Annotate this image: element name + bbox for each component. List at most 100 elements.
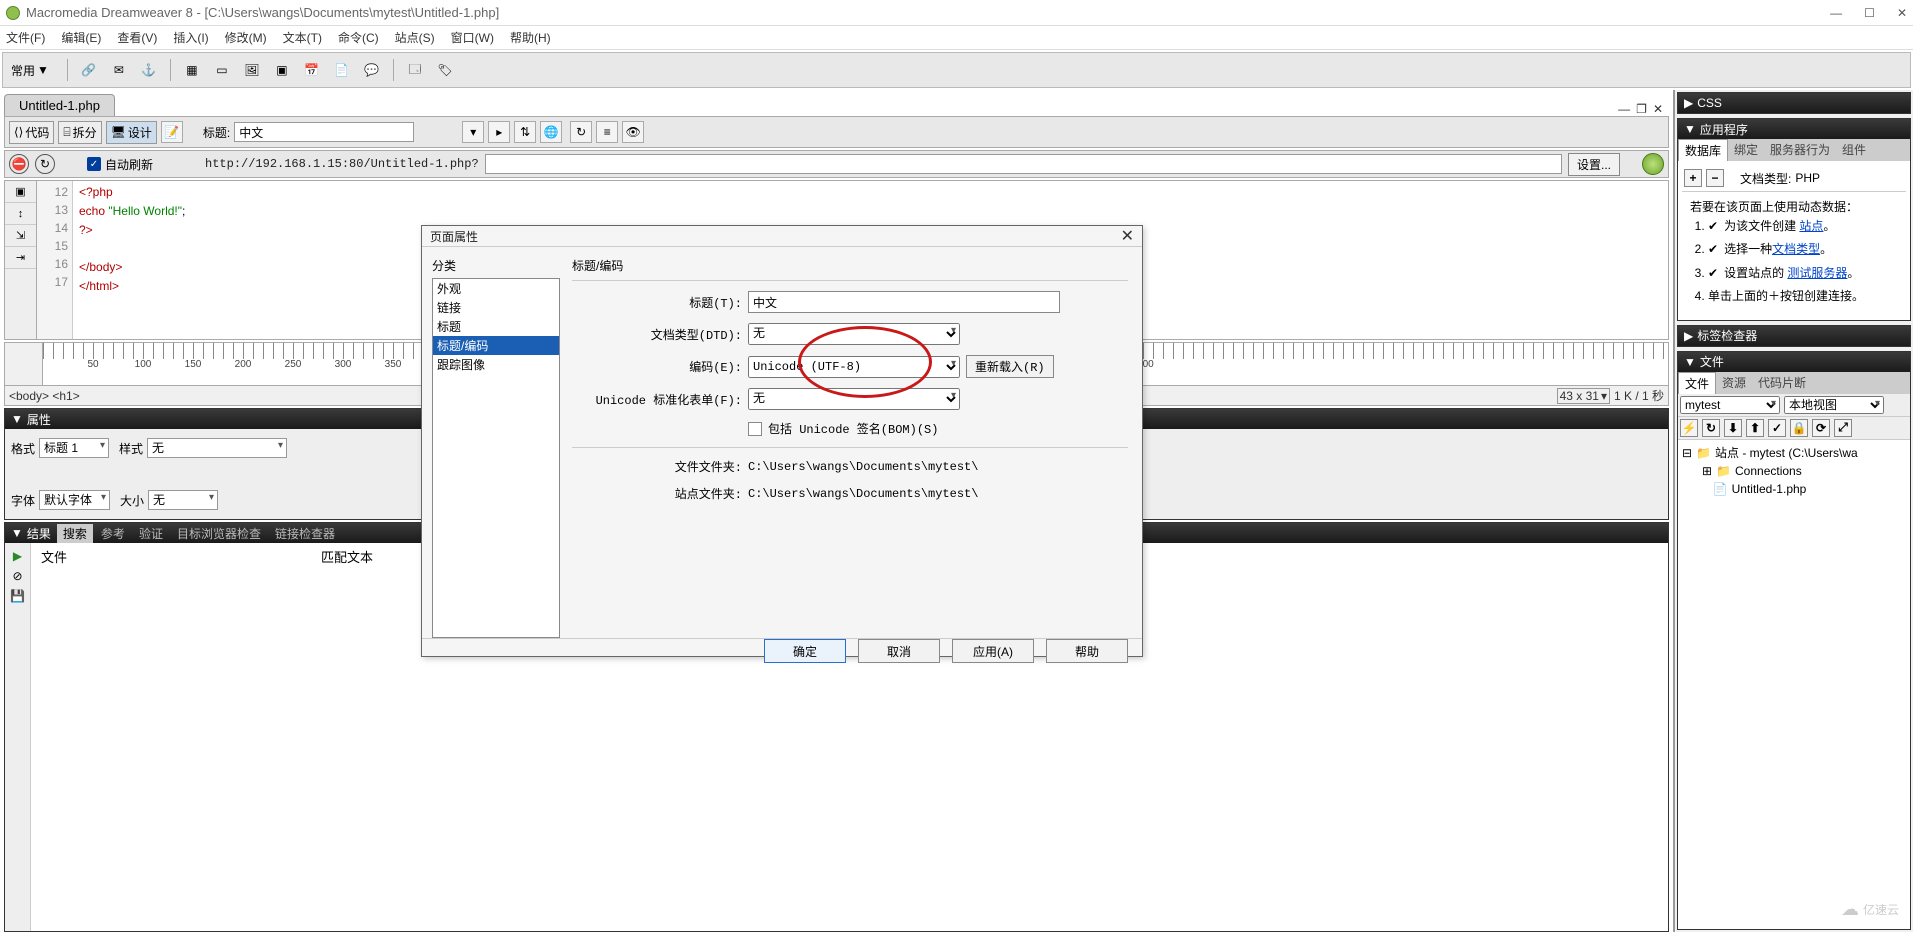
cat-links[interactable]: 链接 [433, 298, 559, 317]
results-tab-validate[interactable]: 验证 [133, 524, 169, 543]
results-save-icon[interactable]: 💾 [10, 589, 25, 603]
menu-modify[interactable]: 修改(M) [225, 29, 267, 46]
menu-commands[interactable]: 命令(C) [338, 29, 379, 46]
cat-tracing-image[interactable]: 跟踪图像 [433, 355, 559, 374]
untitled-file[interactable]: Untitled-1.php [1732, 480, 1807, 498]
table-icon[interactable]: ▦ [181, 59, 203, 81]
doc-type-link[interactable]: 文档类型 [1772, 242, 1820, 256]
add-connection-button[interactable]: + [1684, 169, 1702, 187]
create-site-link[interactable]: 站点 [1799, 219, 1823, 233]
apply-button[interactable]: 应用(A) [952, 639, 1034, 663]
doc-close-button[interactable]: ✕ [1653, 102, 1663, 116]
media-icon[interactable]: ▣ [271, 59, 293, 81]
site-root-node[interactable]: 站点 - mytest (C:\Users\wa [1715, 444, 1858, 462]
sync-icon[interactable]: ⟳ [1812, 419, 1830, 437]
div-icon[interactable]: ▭ [211, 59, 233, 81]
settings-button[interactable]: 设置... [1568, 153, 1620, 176]
doc-restore-button[interactable]: ❐ [1636, 102, 1647, 116]
server-include-icon[interactable]: 📄 [331, 59, 353, 81]
category-listbox[interactable]: 外观 链接 标题 标题/编码 跟踪图像 [432, 278, 560, 638]
document-tab[interactable]: Untitled-1.php [4, 94, 115, 116]
refresh-page-icon[interactable]: ↻ [35, 154, 55, 174]
get-files-icon[interactable]: ⬇ [1724, 419, 1742, 437]
site-select[interactable]: mytest [1680, 396, 1780, 414]
doc-minimize-button[interactable]: — [1618, 102, 1630, 116]
results-tab-link-check[interactable]: 链接检查器 [269, 524, 341, 543]
files-panel-title[interactable]: 文件 [1700, 353, 1724, 370]
files-tab-files[interactable]: 文件 [1678, 372, 1716, 394]
reload-button[interactable]: 重新载入(R) [966, 355, 1054, 378]
cancel-button[interactable]: 取消 [858, 639, 940, 663]
dreamweaver-orb-icon[interactable] [1642, 153, 1664, 175]
format-select[interactable]: 标题 1 [39, 438, 109, 458]
refresh-files-icon[interactable]: ↻ [1702, 419, 1720, 437]
close-button[interactable]: ✕ [1897, 6, 1907, 20]
tag-selector[interactable]: <body> <h1> [9, 389, 80, 403]
results-tab-reference[interactable]: 参考 [95, 524, 131, 543]
menu-edit[interactable]: 编辑(E) [61, 29, 101, 46]
view-code-button[interactable]: ⟨⟩ 代码 [9, 121, 54, 144]
gutter-expand-icon[interactable]: ▣ [5, 181, 36, 203]
validate-icon[interactable]: ▾ [462, 121, 484, 143]
templates-icon[interactable]: 🗔 [404, 59, 426, 81]
style-select[interactable]: 无 [147, 438, 287, 458]
help-button[interactable]: 帮助 [1046, 639, 1128, 663]
page-title-input[interactable] [234, 122, 414, 142]
put-files-icon[interactable]: ⬆ [1746, 419, 1764, 437]
results-tab-search[interactable]: 搜索 [57, 524, 93, 543]
test-server-link[interactable]: 测试服务器 [1787, 266, 1847, 280]
normalization-select[interactable]: 无 [748, 388, 960, 410]
cat-title-encoding[interactable]: 标题/编码 [433, 336, 559, 355]
gutter-arrows-icon[interactable]: ↕ [5, 203, 36, 225]
size-select[interactable]: 无 [148, 490, 218, 510]
app-tab-database[interactable]: 数据库 [1678, 139, 1728, 161]
toolbar-group-select[interactable]: 常用 ▼ [11, 62, 49, 79]
window-size-select[interactable]: 43 x 31 ▾ [1557, 388, 1610, 404]
cat-headings[interactable]: 标题 [433, 317, 559, 336]
menu-file[interactable]: 文件(F) [6, 29, 45, 46]
bom-checkbox[interactable] [748, 422, 762, 436]
date-icon[interactable]: 📅 [301, 59, 323, 81]
tag-inspector-title[interactable]: 标签检查器 [1697, 327, 1757, 344]
refresh-icon[interactable]: ↻ [570, 121, 592, 143]
tag-chooser-icon[interactable]: 🏷 [434, 59, 456, 81]
auto-refresh-toggle[interactable]: ✓自动刷新 [87, 156, 153, 173]
image-icon[interactable]: 🖼 [241, 59, 263, 81]
ok-button[interactable]: 确定 [764, 639, 846, 663]
menu-help[interactable]: 帮助(H) [510, 29, 551, 46]
checkin-icon[interactable]: 🔒 [1790, 419, 1808, 437]
file-mgmt-icon[interactable]: ⇅ [514, 121, 536, 143]
app-tab-bindings[interactable]: 绑定 [1728, 139, 1764, 161]
application-panel-title[interactable]: 应用程序 [1700, 121, 1748, 138]
files-tab-assets[interactable]: 资源 [1716, 372, 1752, 394]
gutter-indent-icon[interactable]: ⇥ [5, 247, 36, 269]
cat-appearance[interactable]: 外观 [433, 279, 559, 298]
gutter-collapse-icon[interactable]: ⇲ [5, 225, 36, 247]
view-split-button[interactable]: ⌸ 拆分 [58, 121, 101, 144]
minimize-button[interactable]: — [1830, 6, 1842, 20]
file-tree[interactable]: ⊟ 📁 站点 - mytest (C:\Users\wa ⊞ 📁 Connect… [1678, 440, 1910, 502]
url-parameter-input[interactable] [485, 154, 1562, 174]
ruler-origin-icon[interactable] [5, 343, 43, 385]
named-anchor-icon[interactable]: ⚓ [138, 59, 160, 81]
maximize-button[interactable]: ☐ [1864, 6, 1875, 20]
results-stop-icon[interactable]: ⊘ [12, 569, 22, 583]
checkout-icon[interactable]: ✓ [1768, 419, 1786, 437]
remove-connection-button[interactable]: − [1706, 169, 1724, 187]
app-tab-components[interactable]: 组件 [1836, 139, 1872, 161]
view-select[interactable]: 本地视图 [1784, 396, 1884, 414]
preview-browser-icon[interactable]: 🌐 [540, 121, 562, 143]
font-select[interactable]: 默认字体 [39, 490, 110, 510]
title-field[interactable] [748, 291, 1060, 313]
menu-window[interactable]: 窗口(W) [451, 29, 494, 46]
comment-icon[interactable]: 💬 [361, 59, 383, 81]
dialog-close-button[interactable]: ✕ [1121, 226, 1134, 246]
visual-aids-icon[interactable]: 👁 [622, 121, 644, 143]
menu-view[interactable]: 查看(V) [117, 29, 157, 46]
results-tab-browser-check[interactable]: 目标浏览器检查 [171, 524, 267, 543]
menu-insert[interactable]: 插入(I) [173, 29, 208, 46]
hyperlink-icon[interactable]: 🔗 [78, 59, 100, 81]
view-design-button[interactable]: 🖥 设计 [106, 121, 157, 144]
results-run-icon[interactable]: ▶ [13, 549, 22, 563]
menu-site[interactable]: 站点(S) [395, 29, 435, 46]
